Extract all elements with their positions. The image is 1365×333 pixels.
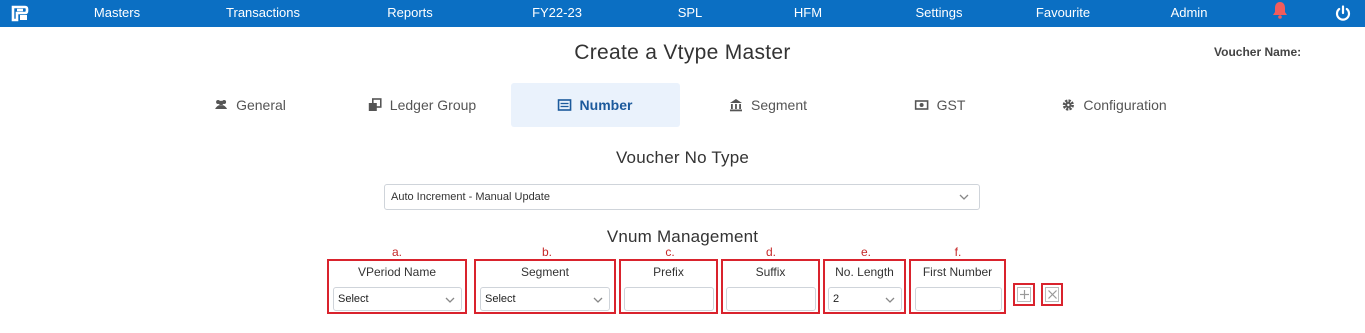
nav-favourite[interactable]: Favourite [1036,0,1090,27]
tab-segment-label: Segment [750,96,808,113]
annotation-letter-d: d. [765,245,777,259]
suffix-field: Suffix [721,259,820,314]
tab-configuration[interactable]: Configuration [1061,84,1167,126]
nav-admin[interactable]: Admin [1171,0,1208,27]
segment-label: Segment [520,265,570,279]
vperiod-name-field: VPeriod Name Select [327,259,467,314]
tab-general[interactable]: General [214,84,286,126]
voucher-no-type-select[interactable]: Auto Increment - Manual Update [384,184,980,210]
prefix-field: Prefix [619,259,718,314]
tab-gst[interactable]: GST [914,84,966,126]
users-icon [215,100,228,109]
nav-settings[interactable]: Settings [916,0,963,27]
nav-fiscal-year[interactable]: FY22-23 [532,0,582,27]
segment-value: Select [485,293,516,305]
power-icon[interactable] [1335,5,1351,21]
tab-ledger-group[interactable]: Ledger Group [368,84,476,126]
add-row-frame [1017,287,1031,302]
voucher-no-type-value: Auto Increment - Manual Update [391,191,550,203]
tab-general-label: General [236,96,286,113]
nav-hfm[interactable]: HFM [794,0,822,27]
vperiod-name-select[interactable]: Select [333,287,462,311]
list-icon [557,99,572,111]
clone-icon [368,98,382,111]
voucher-name-label: Voucher Name: [1214,45,1302,59]
remove-row-frame [1045,287,1059,302]
tab-gst-label: GST [936,96,966,113]
chevron-down-icon [959,194,969,200]
app-logo-icon[interactable] [11,5,29,22]
bell-icon[interactable] [1271,1,1289,19]
tab-number-label: Number [579,96,633,113]
money-icon [914,100,929,110]
annotation-letter-b: b. [541,245,553,259]
close-icon [1048,290,1057,299]
prefix-label: Prefix [653,265,684,279]
tab-number[interactable]: Number [557,84,633,126]
tab-segment[interactable]: Segment [729,84,807,126]
nav-reports[interactable]: Reports [387,0,433,27]
nav-spl[interactable]: SPL [678,0,703,27]
chevron-down-icon [445,297,455,303]
annotation-letter-f: f. [954,245,962,259]
add-row-button[interactable] [1013,283,1035,306]
annotation-letter-a: a. [391,245,403,259]
bank-icon [729,99,742,112]
vperiod-name-label: VPeriod Name [357,265,437,279]
segment-field: Segment Select [474,259,616,314]
remove-row-button[interactable] [1041,283,1063,306]
gear-icon [1062,99,1074,111]
no-length-select[interactable]: 2 [828,287,902,311]
segment-select[interactable]: Select [480,287,610,311]
nav-transactions[interactable]: Transactions [226,0,300,27]
annotation-letter-c: c. [665,245,675,259]
vnum-management-title: Vnum Management [606,227,759,246]
no-length-value: 2 [833,293,840,305]
vperiod-name-value: Select [338,293,369,305]
first-number-label: First Number [922,265,993,279]
tab-ledger-group-label: Ledger Group [389,96,477,113]
voucher-no-type-title: Voucher No Type [615,148,750,167]
top-nav-bar: Masters Transactions Reports FY22-23 SPL… [0,0,1365,27]
suffix-input[interactable] [726,287,816,311]
first-number-field: First Number [909,259,1006,314]
first-number-input[interactable] [915,287,1002,311]
chevron-down-icon [593,297,603,303]
no-length-label: No. Length [835,265,894,279]
suffix-label: Suffix [755,265,786,279]
plus-icon [1020,290,1029,299]
prefix-input[interactable] [624,287,714,311]
page-title: Create a Vtype Master [574,41,791,64]
no-length-field: No. Length 2 [823,259,906,314]
nav-masters[interactable]: Masters [94,0,140,27]
annotation-letter-e: e. [860,245,872,259]
tab-configuration-label: Configuration [1083,96,1167,113]
chevron-down-icon [885,297,895,303]
